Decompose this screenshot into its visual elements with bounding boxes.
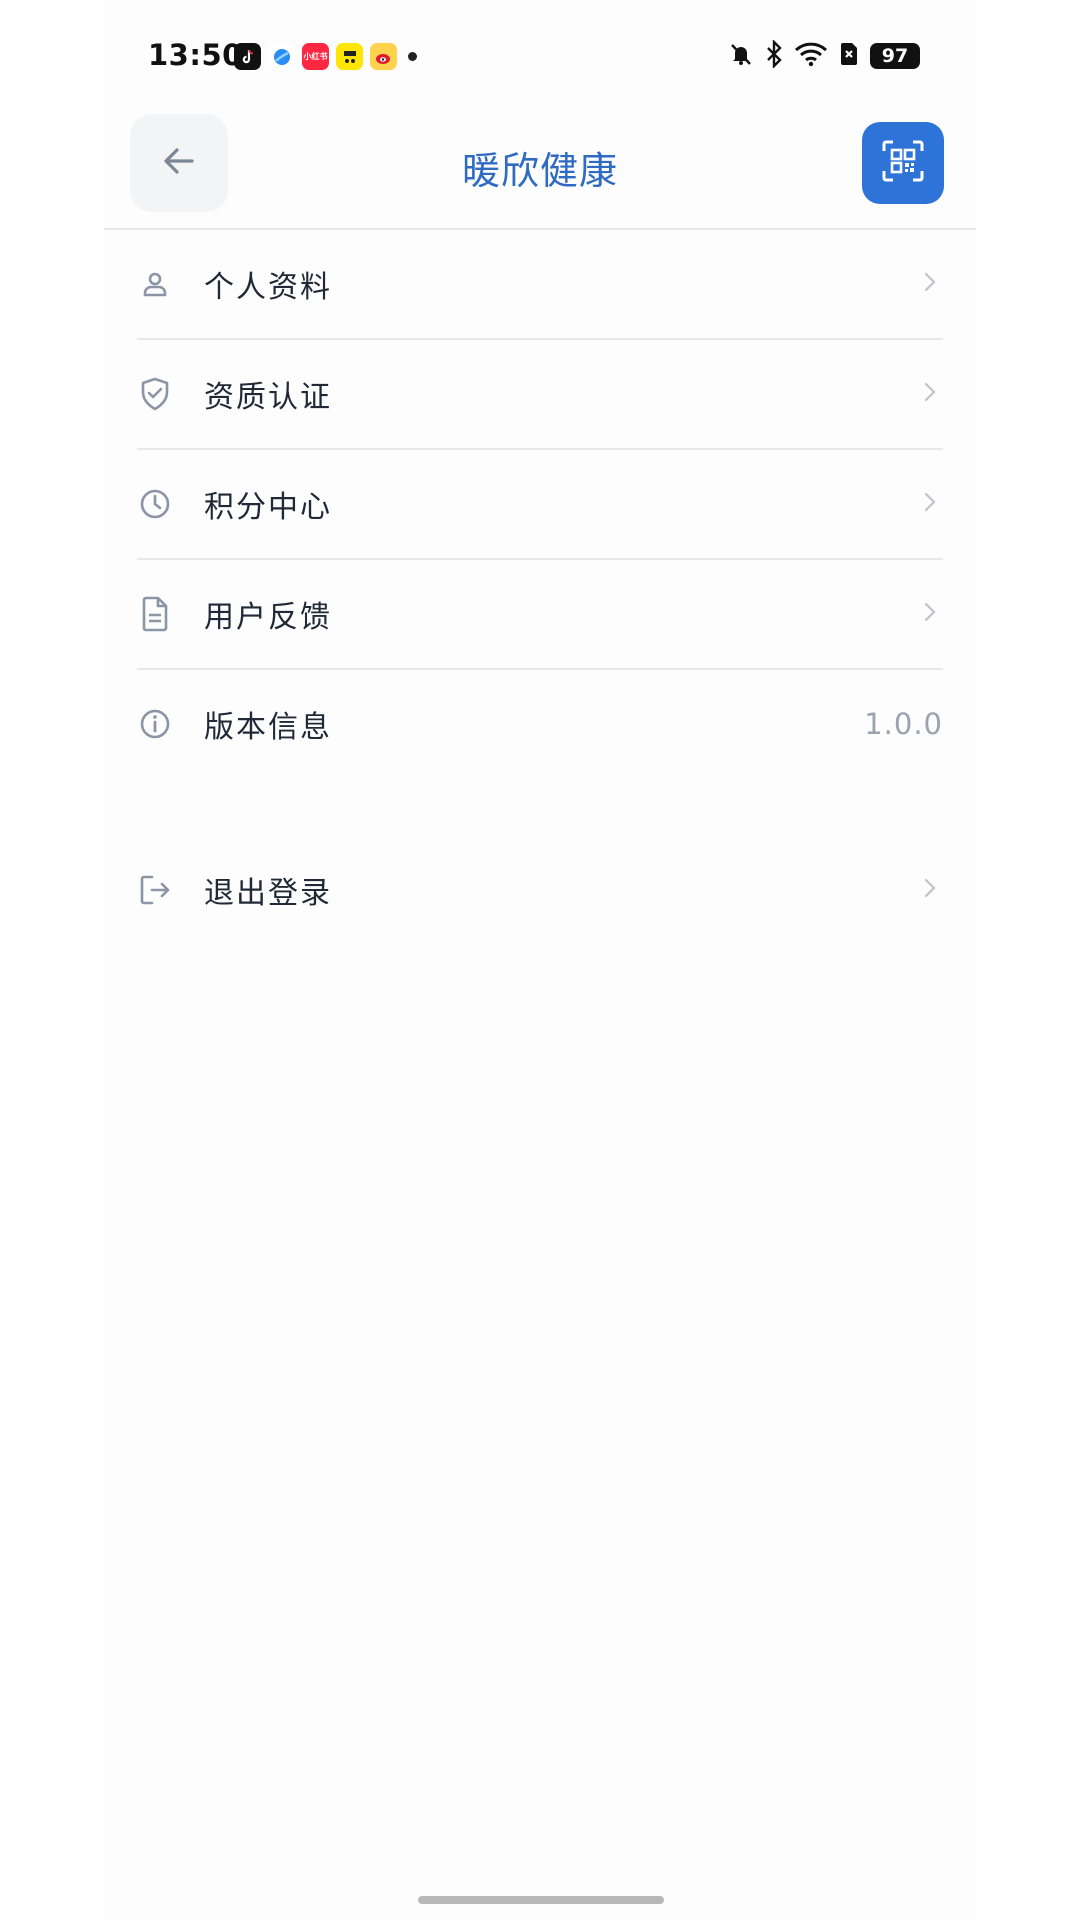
status-bar: 13:50 小红书 97 <box>104 0 976 112</box>
notification-icons: 小红书 <box>234 43 417 70</box>
menu-item-label: 版本信息 <box>204 710 332 745</box>
menu-item-points[interactable]: 积分中心 <box>137 450 943 560</box>
document-icon <box>137 596 173 632</box>
user-icon <box>137 266 173 302</box>
clock-icon <box>137 486 173 522</box>
logout-label: 退出登录 <box>204 876 332 911</box>
chevron-right-icon <box>923 601 937 627</box>
menu-item-feedback[interactable]: 用户反馈 <box>137 560 943 670</box>
system-icons: 97 <box>728 39 920 72</box>
status-time: 13:50 <box>148 38 243 72</box>
menu-item-label: 积分中心 <box>204 490 332 525</box>
sim-icon <box>838 41 860 71</box>
shield-check-icon <box>137 376 173 412</box>
qr-scan-icon <box>881 139 925 187</box>
logout-button[interactable]: 退出登录 <box>137 836 943 944</box>
menu-item-profile[interactable]: 个人资料 <box>137 230 943 340</box>
page-title: 暖欣健康 <box>461 149 618 193</box>
chevron-right-icon <box>923 271 937 297</box>
menu-item-label: 用户反馈 <box>204 600 332 635</box>
app-yellow-icon <box>336 43 363 70</box>
menu-item-version[interactable]: 版本信息 1.0.0 <box>137 670 943 778</box>
menu-item-label: 资质认证 <box>204 380 332 415</box>
version-value: 1.0.0 <box>864 707 943 741</box>
home-indicator[interactable] <box>418 1896 664 1904</box>
mute-icon <box>728 41 754 71</box>
more-notifications-dot <box>408 52 417 61</box>
xiaohongshu-text: 小红书 <box>303 52 328 61</box>
app-header: 暖欣健康 <box>104 112 976 230</box>
chevron-right-icon <box>923 877 937 903</box>
chevron-right-icon <box>923 381 937 407</box>
xiaohongshu-icon: 小红书 <box>302 43 329 70</box>
chevron-right-icon <box>923 491 937 517</box>
battery-indicator: 97 <box>870 43 920 69</box>
bluetooth-icon <box>764 39 784 72</box>
logout-icon <box>137 872 173 908</box>
info-icon <box>137 706 173 742</box>
menu-item-certification[interactable]: 资质认证 <box>137 340 943 450</box>
settings-menu: 个人资料 资质认证 积分中心 用户反馈 版本信息 1.0.0 <box>137 230 943 778</box>
scan-button[interactable] <box>862 122 944 204</box>
screen: 13:50 小红书 97 暖欣健康 个人资料 资质认证 积分中心 用户反馈 版本… <box>0 0 1080 1920</box>
tiktok-icon <box>234 43 261 70</box>
menu-item-label: 个人资料 <box>204 270 332 305</box>
weibo-icon <box>370 43 397 70</box>
wifi-icon <box>794 41 828 71</box>
browser-icon <box>268 43 295 70</box>
